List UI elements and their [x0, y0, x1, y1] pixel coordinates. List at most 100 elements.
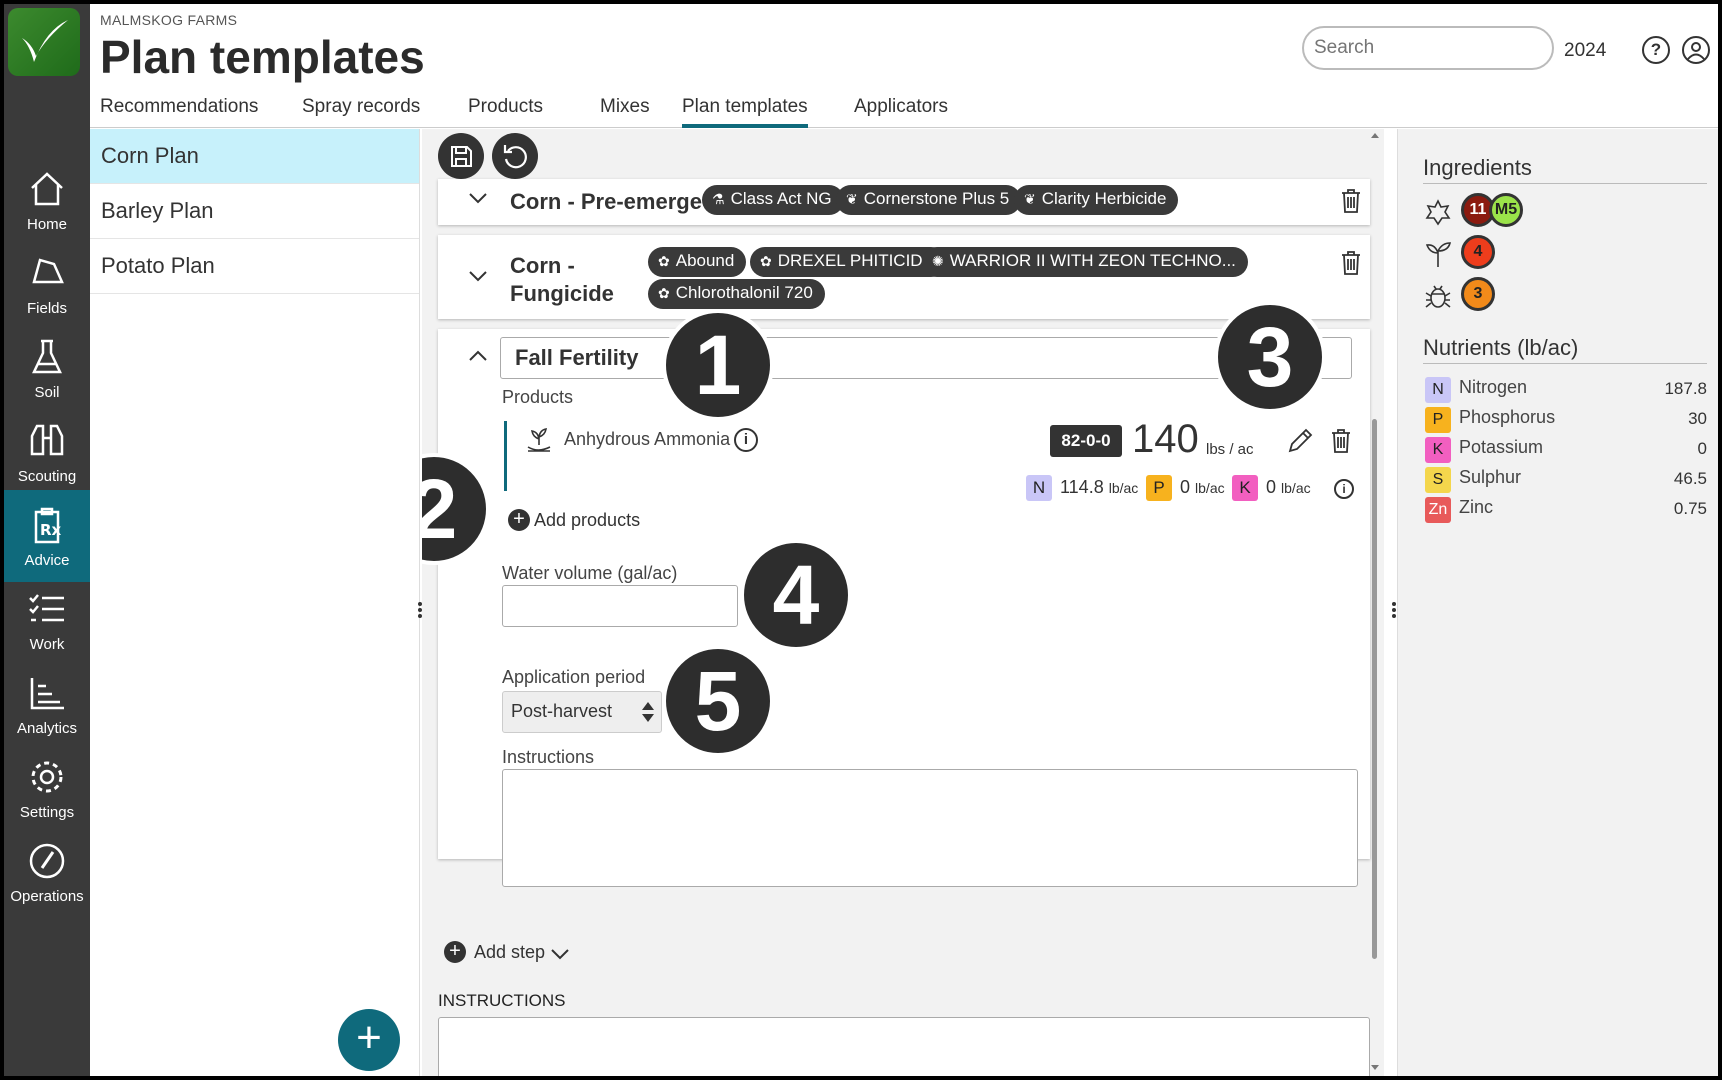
- nutrient-value: 0 lb/ac: [1266, 477, 1311, 497]
- nutrient-badge-p: P: [1146, 475, 1172, 501]
- product-chip[interactable]: ✿ DREXEL PHITICIDE: [750, 247, 946, 277]
- gear-icon: [31, 761, 63, 793]
- plus-circle-icon[interactable]: +: [508, 509, 530, 531]
- tab-applicators[interactable]: Applicators: [854, 96, 948, 128]
- app-frame: Home Fields Soil Scouting Rx Advice Work…: [4, 4, 1718, 1076]
- sprout-icon: ❦: [846, 191, 858, 207]
- tab-recommendations[interactable]: Recommendations: [100, 96, 258, 128]
- step-title[interactable]: Corn -: [510, 253, 575, 279]
- add-plan-button[interactable]: +: [338, 1009, 400, 1071]
- instructions-label: Instructions: [502, 747, 595, 767]
- rail-settings[interactable]: Settings: [4, 742, 90, 834]
- nutrients-heading: Nutrients (lb/ac): [1423, 335, 1707, 364]
- edit-icon[interactable]: [1286, 427, 1314, 455]
- add-products-link[interactable]: Add products: [534, 510, 640, 531]
- plus-circle-icon[interactable]: +: [444, 941, 466, 963]
- nutrient-row: Zn Zinc 0.75: [1423, 495, 1707, 523]
- rail-scouting[interactable]: Scouting: [4, 406, 90, 498]
- application-period-label: Application period: [502, 667, 646, 687]
- app-logo[interactable]: [8, 8, 80, 76]
- search-input[interactable]: [1302, 26, 1554, 70]
- step-instructions-textarea[interactable]: [502, 769, 1358, 887]
- nutrient-total: 30: [1688, 409, 1707, 428]
- delete-step-icon[interactable]: [1340, 251, 1362, 275]
- rail-fields[interactable]: Fields: [4, 238, 90, 330]
- product-chip[interactable]: ✺ WARRIOR II WITH ZEON TECHNO...: [922, 247, 1248, 277]
- step-fall-fertility: Fall Fertility Products Anhydrous Ammoni…: [438, 329, 1370, 887]
- step-title[interactable]: Corn - Pre-emerge: [510, 189, 702, 215]
- nutrient-name: Nitrogen: [1459, 377, 1528, 397]
- nutrient-row: S Sulphur 46.5: [1423, 465, 1707, 493]
- undo-icon: [503, 145, 527, 169]
- chip-label: DREXEL PHITICIDE: [777, 251, 934, 270]
- product-accent-bar: [504, 421, 507, 491]
- save-icon: [451, 146, 472, 167]
- chip-label: Class Act NG: [730, 189, 832, 208]
- irac-group-badge: 3: [1461, 277, 1495, 311]
- rail-label: Analytics: [16, 720, 78, 737]
- step-pre-emerge: Corn - Pre-emerge ⚗ Class Act NG ❦ Corners…: [438, 179, 1370, 225]
- info-icon[interactable]: i: [734, 428, 758, 452]
- rail-advice[interactable]: Rx Advice: [4, 490, 90, 582]
- plan-editor: Corn - Pre-emerge ⚗ Class Act NG ❦ Corners…: [422, 129, 1384, 1076]
- delete-step-icon[interactable]: [1340, 189, 1362, 213]
- rail-label: Scouting: [17, 468, 77, 485]
- tab-plan-templates[interactable]: Plan templates: [682, 96, 808, 128]
- nutrient-info-icon[interactable]: i: [1334, 479, 1354, 499]
- step-title-line2[interactable]: Fungicide: [510, 281, 614, 307]
- rail-work[interactable]: Work: [4, 574, 90, 666]
- year-selector[interactable]: 2024: [1564, 40, 1606, 62]
- nutrient-name: Potassium: [1459, 437, 1544, 457]
- plan-item[interactable]: Corn Plan: [90, 129, 419, 184]
- chevron-down-icon[interactable]: [550, 947, 570, 961]
- svg-text:Rx: Rx: [40, 521, 62, 539]
- prescription-icon: Rx: [34, 507, 62, 544]
- plan-item[interactable]: Potato Plan: [90, 239, 419, 294]
- tab-mixes[interactable]: Mixes: [600, 96, 650, 128]
- nav-rail: Home Fields Soil Scouting Rx Advice Work…: [4, 4, 90, 1076]
- product-chip[interactable]: ❦ Cornerstone Plus 5: [836, 185, 1022, 215]
- nutrient-total: 187.8: [1664, 379, 1707, 398]
- rail-analytics[interactable]: Analytics: [4, 658, 90, 750]
- chevron-down-icon[interactable]: [468, 191, 488, 205]
- tab-spray-records[interactable]: Spray records: [302, 96, 420, 128]
- plan-instructions-textarea[interactable]: [438, 1017, 1370, 1076]
- select-arrows-icon: [642, 702, 654, 722]
- chevron-up-icon[interactable]: [468, 349, 488, 363]
- application-period-select[interactable]: Post-harvest: [502, 691, 662, 733]
- nutrient-name: Zinc: [1459, 497, 1494, 517]
- select-value: Post-harvest: [511, 701, 613, 721]
- scrollbar-thumb[interactable]: [1372, 419, 1377, 959]
- product-chip[interactable]: ⚗ Class Act NG: [702, 185, 844, 215]
- product-chip[interactable]: ❦ Clarity Herbicide: [1014, 185, 1179, 215]
- plan-item[interactable]: Barley Plan: [90, 184, 419, 239]
- add-step-button[interactable]: Add step: [474, 942, 545, 963]
- nutrient-value: 114.8 lb/ac: [1060, 477, 1139, 497]
- rail-soil[interactable]: Soil: [4, 322, 90, 414]
- undo-button[interactable]: [492, 133, 538, 179]
- step-title: Fall Fertility: [515, 345, 639, 370]
- chevron-down-icon[interactable]: [468, 269, 488, 283]
- product-chip[interactable]: ✿ Chlorothalonil 720: [648, 279, 825, 309]
- fungus-icon: ✿: [658, 253, 670, 269]
- resize-handle-right[interactable]: [1392, 601, 1396, 619]
- scrollbar[interactable]: [1368, 129, 1380, 1076]
- help-icon[interactable]: ?: [1642, 36, 1670, 64]
- delete-product-icon[interactable]: [1330, 429, 1352, 453]
- nutrient-name: Sulphur: [1459, 467, 1522, 487]
- water-volume-input[interactable]: [502, 585, 738, 627]
- fungus-icon: [1425, 199, 1451, 226]
- save-button[interactable]: [438, 133, 484, 179]
- rail-operations[interactable]: Operations: [4, 826, 90, 918]
- account-icon[interactable]: [1682, 36, 1710, 64]
- tab-products[interactable]: Products: [468, 96, 543, 128]
- products-label: Products: [502, 387, 574, 407]
- bug-icon: ✺: [932, 253, 944, 269]
- rail-home[interactable]: Home: [4, 154, 90, 246]
- chart-icon: [30, 678, 64, 710]
- plan-list: Corn Plan Barley Plan Potato Plan +: [90, 129, 420, 1076]
- product-chip[interactable]: ✿ Abound: [648, 247, 747, 277]
- fungus-icon: ✿: [658, 285, 670, 301]
- fertilizer-icon: [527, 428, 551, 452]
- scroll-up-icon: [1371, 133, 1379, 138]
